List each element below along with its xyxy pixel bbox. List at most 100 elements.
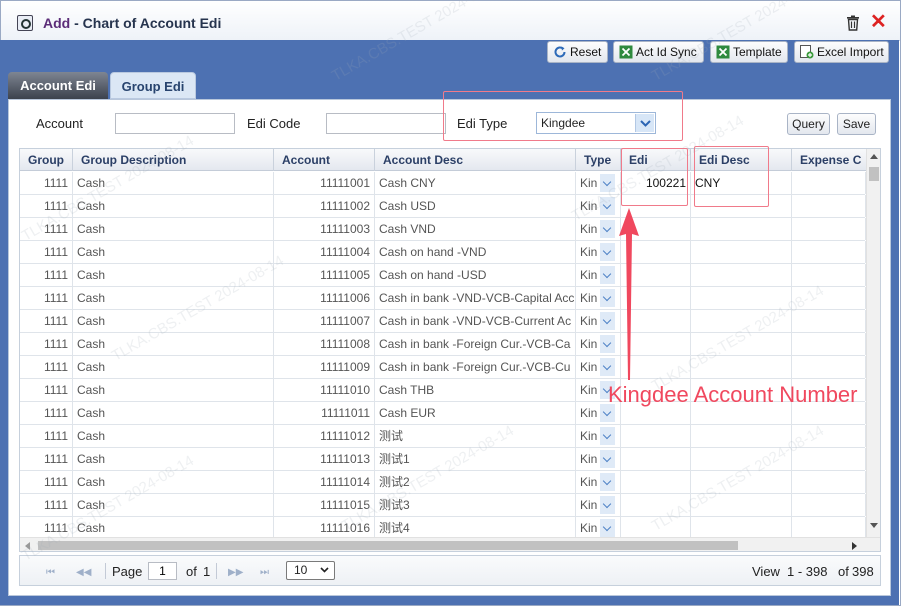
cell-expense[interactable] (792, 333, 866, 355)
table-row[interactable]: 1111 Cash 11111007 Cash in bank -VND-VCB-Cu… (20, 310, 866, 333)
table-row[interactable]: 1111 Cash 11111009 Cash in bank -Foreign Cu… (20, 356, 866, 379)
table-row[interactable]: 1111 Cash 11111008 Cash in bank -Foreign Cu… (20, 333, 866, 356)
cell-expense[interactable] (792, 356, 866, 378)
cell-expense[interactable] (792, 494, 866, 516)
cell-text: Cash USD (379, 199, 436, 213)
page-input[interactable] (148, 562, 177, 580)
cell-edi-desc[interactable] (691, 287, 792, 309)
col-type[interactable]: Type (576, 149, 621, 171)
cell-expense[interactable] (792, 471, 866, 493)
cell-type[interactable]: Kin (576, 448, 621, 470)
cell-edi-desc[interactable] (691, 494, 792, 516)
account-input[interactable] (115, 113, 235, 134)
cell-expense[interactable] (792, 195, 866, 217)
tab-group-edi[interactable]: Group Edi (110, 72, 196, 99)
horizontal-scrollbar[interactable] (20, 537, 880, 551)
chevron-down-icon[interactable] (600, 266, 615, 284)
cell-edi[interactable] (621, 425, 691, 447)
first-page-icon[interactable]: ⏮ (46, 567, 55, 578)
scroll-right-icon[interactable] (852, 542, 858, 550)
cell-edi[interactable] (621, 517, 691, 539)
chevron-down-icon[interactable] (600, 243, 615, 261)
cell-edi-desc[interactable] (691, 517, 792, 539)
cell-type[interactable]: Kin (576, 425, 621, 447)
col-group-description[interactable]: Group Description (73, 149, 274, 171)
scroll-up-icon[interactable] (870, 153, 878, 159)
edi-code-input[interactable] (326, 113, 446, 134)
query-button[interactable]: Query (787, 113, 830, 135)
cell-expense[interactable] (792, 425, 866, 447)
prev-page-icon[interactable]: ◀◀ (76, 567, 91, 578)
cell-expense[interactable] (792, 448, 866, 470)
chevron-down-icon[interactable] (600, 289, 615, 307)
cell-expense[interactable] (792, 241, 866, 263)
cell-expense[interactable] (792, 172, 866, 194)
cell-text: Kin (580, 268, 598, 282)
table-row[interactable]: 1111 Cash 11111004 Cash on hand -VND Kin (20, 241, 866, 264)
last-page-icon[interactable]: ⏭ (260, 567, 269, 578)
cell-edi-desc[interactable] (691, 425, 792, 447)
table-row[interactable]: 1111 Cash 11111014 测试2 Kin (20, 471, 866, 494)
chevron-down-icon[interactable] (600, 312, 615, 330)
act-id-sync-button[interactable]: Act Id Sync (613, 41, 704, 63)
table-row[interactable]: 1111 Cash 11111013 测试1 Kin (20, 448, 866, 471)
cell-edi-desc[interactable] (691, 448, 792, 470)
chevron-down-icon[interactable] (600, 496, 615, 514)
table-row[interactable]: 1111 Cash 11111005 Cash on hand -USD Kin (20, 264, 866, 287)
next-page-icon[interactable]: ▶▶ (228, 567, 243, 578)
chevron-down-icon[interactable] (600, 174, 615, 192)
account-label: Account (36, 116, 83, 131)
cell-expense[interactable] (792, 218, 866, 240)
cell-edi-desc[interactable] (691, 333, 792, 355)
cell-expense[interactable] (792, 264, 866, 286)
horizontal-scroll-thumb[interactable] (38, 541, 738, 550)
cell-edi-desc[interactable] (691, 471, 792, 493)
cell-edi-desc[interactable] (691, 310, 792, 332)
cell-edi-desc[interactable] (691, 241, 792, 263)
close-icon[interactable]: ✕ (870, 12, 887, 32)
col-expense-code[interactable]: Expense C (792, 149, 866, 171)
table-row[interactable]: 1111 Cash 11111012 测试 Kin (20, 425, 866, 448)
cell-edi-desc[interactable] (691, 264, 792, 286)
tab-account-edi[interactable]: Account Edi (8, 72, 108, 99)
cell-type[interactable]: Kin (576, 517, 621, 539)
vertical-scrollbar[interactable] (866, 149, 880, 537)
cell-expense[interactable] (792, 287, 866, 309)
template-button[interactable]: Template (710, 41, 788, 63)
chevron-down-icon[interactable] (600, 450, 615, 468)
cell-edi-desc[interactable] (691, 218, 792, 240)
table-row[interactable]: 1111 Cash 11111006 Cash in bank -VND-VCB-Ca… (20, 287, 866, 310)
cell-edi[interactable] (621, 448, 691, 470)
table-row[interactable]: 1111 Cash 11111015 测试3 Kin (20, 494, 866, 517)
col-group[interactable]: Group (20, 149, 73, 171)
trash-icon[interactable] (846, 15, 860, 31)
chevron-down-icon[interactable] (600, 197, 615, 215)
col-account[interactable]: Account (274, 149, 375, 171)
scroll-down-icon[interactable] (870, 523, 878, 529)
chevron-down-icon[interactable] (600, 427, 615, 445)
reset-button[interactable]: Reset (547, 41, 608, 63)
cell-type[interactable]: Kin (576, 471, 621, 493)
cell-text: Cash (77, 452, 106, 466)
chevron-down-icon[interactable] (600, 335, 615, 353)
table-row[interactable]: 1111 Cash 11111003 Cash VND Kin (20, 218, 866, 241)
cell-edi[interactable] (621, 471, 691, 493)
chevron-down-icon[interactable] (600, 519, 615, 537)
save-button[interactable]: Save (837, 113, 876, 135)
chevron-down-icon[interactable] (600, 473, 615, 491)
scroll-left-icon[interactable] (24, 542, 30, 550)
cell-group-desc: Cash (73, 218, 274, 240)
cell-expense[interactable] (792, 517, 866, 539)
cell-expense[interactable] (792, 310, 866, 332)
vertical-scroll-thumb[interactable] (869, 167, 879, 181)
col-account-desc[interactable]: Account Desc (375, 149, 576, 171)
excel-import-button[interactable]: Excel Import (794, 41, 889, 63)
cell-type[interactable]: Kin (576, 172, 621, 194)
cell-edi-desc[interactable] (691, 356, 792, 378)
chevron-down-icon[interactable] (600, 358, 615, 376)
page-size-select[interactable]: 10 (286, 561, 335, 580)
chevron-down-icon[interactable] (600, 220, 615, 238)
cell-type[interactable]: Kin (576, 494, 621, 516)
cell-text: 1111 (43, 222, 68, 236)
cell-edi[interactable] (621, 494, 691, 516)
